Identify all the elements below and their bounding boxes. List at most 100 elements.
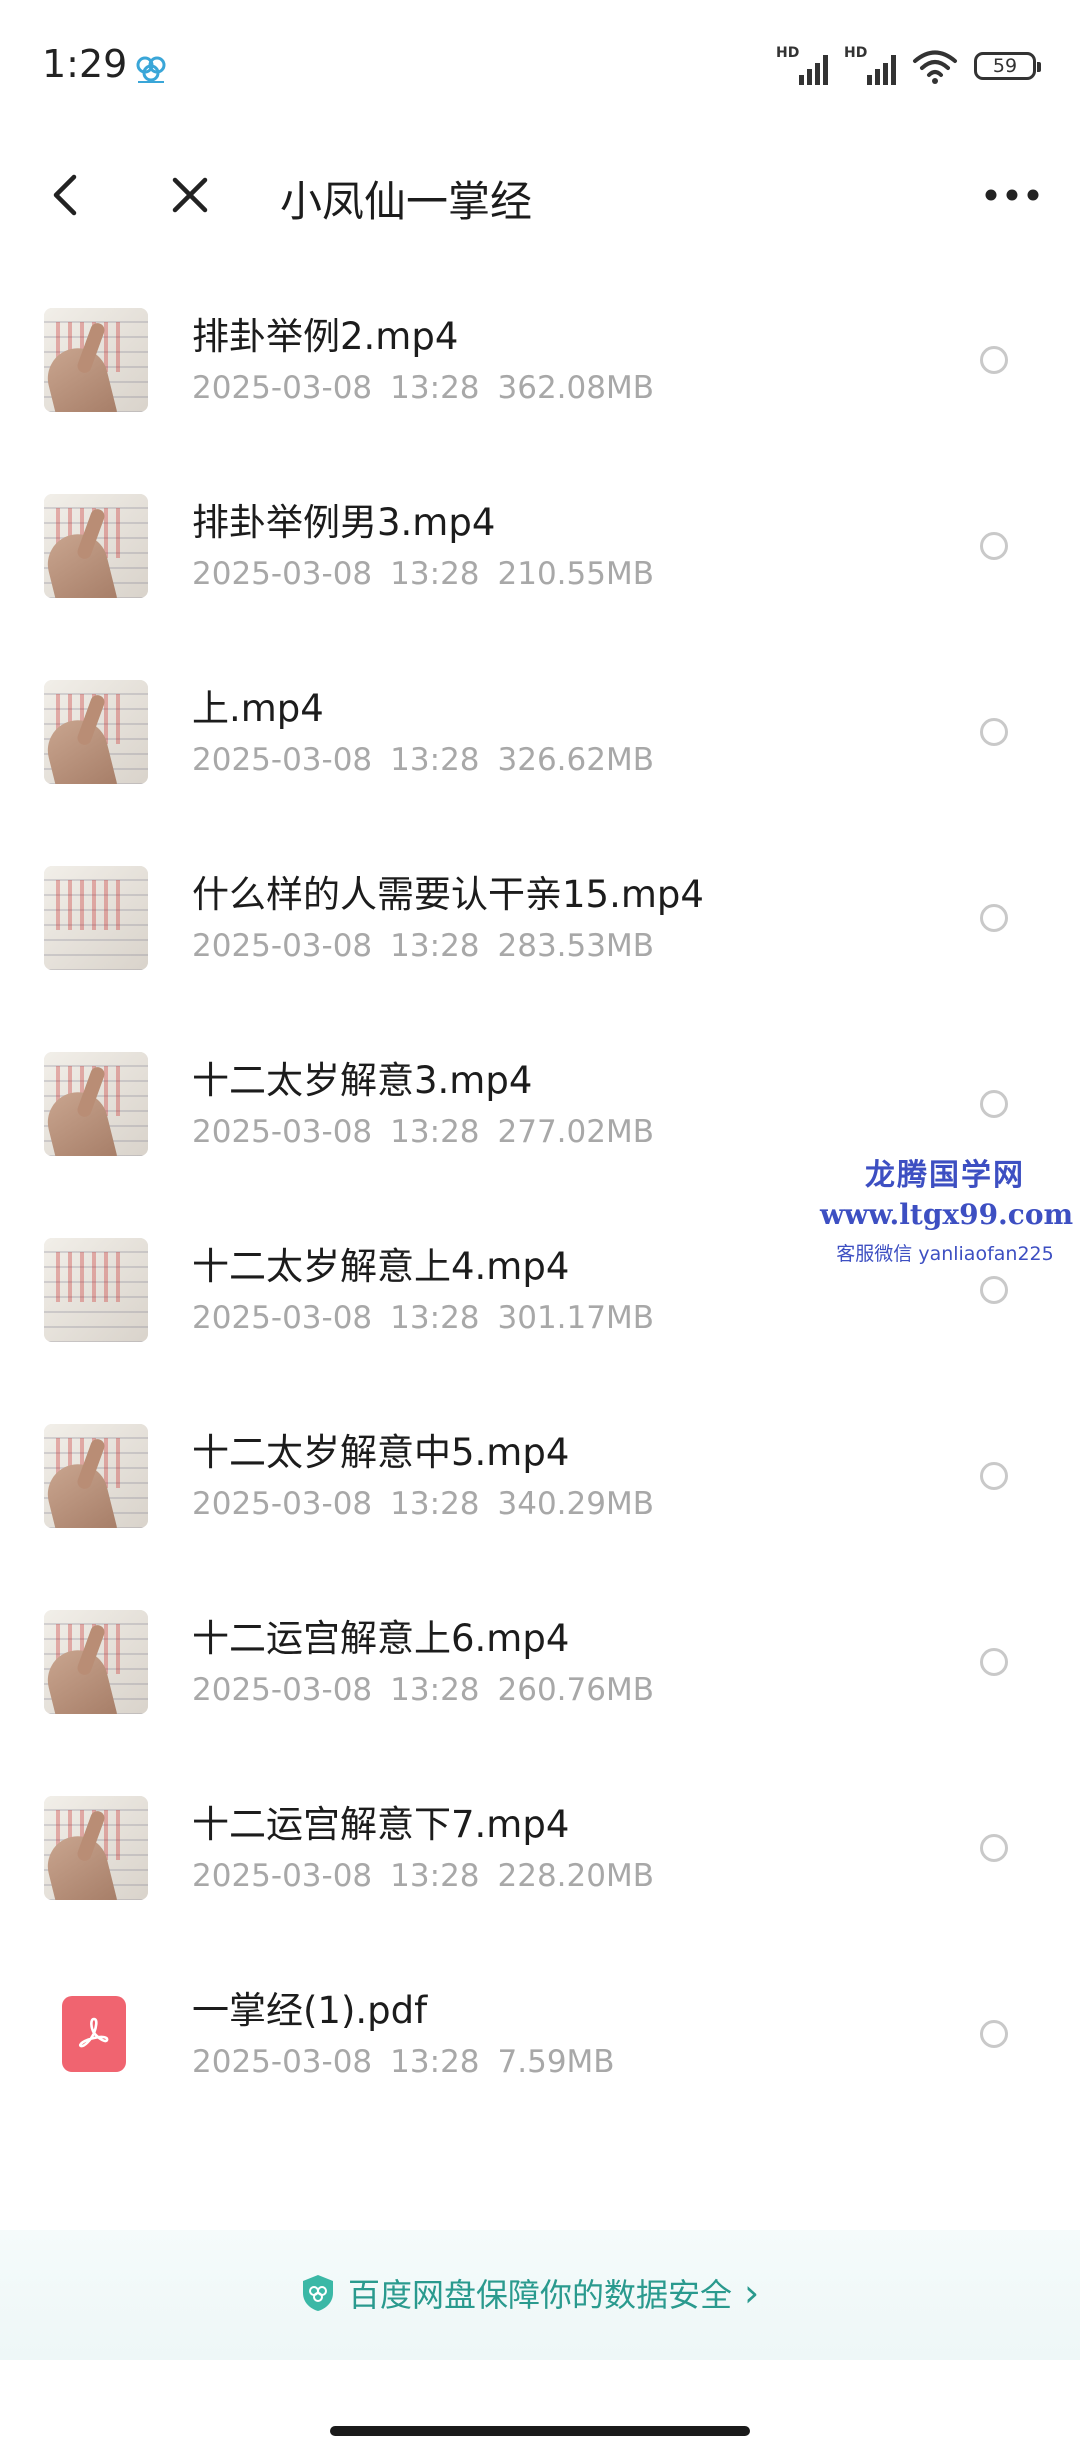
file-date: 2025-03-08 <box>192 928 373 964</box>
video-thumbnail <box>44 1424 148 1528</box>
home-indicator[interactable] <box>330 2426 750 2436</box>
video-thumbnail <box>44 494 148 598</box>
select-checkbox[interactable] <box>980 718 1008 746</box>
watermark-title: 龙腾国学网 <box>865 1158 1025 1193</box>
file-row[interactable]: 上.mp4 2025-03-08 13:28 326.62MB <box>0 672 1080 858</box>
video-thumbnail <box>44 1238 148 1342</box>
file-size: 340.29MB <box>497 1486 654 1522</box>
file-meta: 2025-03-08 13:28 277.02MB <box>192 1114 672 1150</box>
select-checkbox[interactable] <box>980 904 1008 932</box>
more-dots-icon <box>985 189 1039 201</box>
file-date: 2025-03-08 <box>192 556 373 592</box>
select-checkbox[interactable] <box>980 532 1008 560</box>
file-name: 上.mp4 <box>192 687 324 730</box>
signal-icon: HD <box>776 45 828 85</box>
file-name: 排卦举例2.mp4 <box>192 315 459 358</box>
file-date: 2025-03-08 <box>192 742 373 778</box>
chevron-left-icon <box>53 174 77 216</box>
file-date: 2025-03-08 <box>192 1672 373 1708</box>
file-row[interactable]: 十二太岁解意中5.mp4 2025-03-08 13:28 340.29MB <box>0 1416 1080 1602</box>
hd-label: HD <box>776 45 800 61</box>
status-time: 1:29 <box>42 42 128 86</box>
file-meta: 2025-03-08 13:28 210.55MB <box>192 556 672 592</box>
file-name: 十二太岁解意中5.mp4 <box>192 1431 570 1474</box>
watermark-url: www.ltgx99.com <box>820 1198 1074 1231</box>
file-time: 13:28 <box>390 556 480 592</box>
file-time: 13:28 <box>390 1300 480 1336</box>
file-name: 排卦举例男3.mp4 <box>192 501 496 544</box>
select-checkbox[interactable] <box>980 346 1008 374</box>
back-button[interactable] <box>40 170 90 220</box>
file-meta: 2025-03-08 13:28 7.59MB <box>192 2044 633 2080</box>
file-time: 13:28 <box>390 742 480 778</box>
file-meta: 2025-03-08 13:28 283.53MB <box>192 928 672 964</box>
video-thumbnail <box>44 1610 148 1714</box>
signal-icon: HD <box>844 45 896 85</box>
file-time: 13:28 <box>390 928 480 964</box>
file-date: 2025-03-08 <box>192 1486 373 1522</box>
file-size: 228.20MB <box>497 1858 654 1894</box>
close-button[interactable] <box>165 170 215 220</box>
file-row[interactable]: 十二运宫解意下7.mp4 2025-03-08 13:28 228.20MB <box>0 1788 1080 1974</box>
file-meta: 2025-03-08 13:28 301.17MB <box>192 1300 672 1336</box>
file-time: 13:28 <box>390 1672 480 1708</box>
file-name: 十二运宫解意上6.mp4 <box>192 1617 570 1660</box>
select-checkbox[interactable] <box>980 1462 1008 1490</box>
file-meta: 2025-03-08 13:28 326.62MB <box>192 742 672 778</box>
file-size: 7.59MB <box>497 2044 615 2080</box>
file-time: 13:28 <box>390 1858 480 1894</box>
watermark: 龙腾国学网 www.ltgx99.com 客服微信 yanliaofan225 <box>820 1150 1074 1266</box>
file-date: 2025-03-08 <box>192 1858 373 1894</box>
pdf-file-icon <box>62 1996 126 2072</box>
file-size: 277.02MB <box>497 1114 654 1150</box>
file-row[interactable]: 排卦举例男3.mp4 2025-03-08 13:28 210.55MB <box>0 486 1080 672</box>
security-text: 百度网盘保障你的数据安全 <box>348 2276 733 2314</box>
video-thumbnail <box>44 866 148 970</box>
status-icons: HD HD 59 <box>776 45 1041 86</box>
close-icon <box>172 177 208 213</box>
hd-label: HD <box>844 45 868 61</box>
file-row[interactable]: 十二运宫解意上6.mp4 2025-03-08 13:28 260.76MB <box>0 1602 1080 1788</box>
file-size: 283.53MB <box>497 928 654 964</box>
file-row[interactable]: 一掌经(1).pdf 2025-03-08 13:28 7.59MB <box>0 1974 1080 2160</box>
file-name: 十二太岁解意3.mp4 <box>192 1059 533 1102</box>
file-date: 2025-03-08 <box>192 1114 373 1150</box>
video-thumbnail <box>44 680 148 784</box>
more-options-button[interactable] <box>982 170 1042 220</box>
battery-level: 59 <box>992 55 1018 77</box>
file-name: 什么样的人需要认干亲15.mp4 <box>192 873 704 916</box>
select-checkbox[interactable] <box>980 1834 1008 1862</box>
file-name: 十二太岁解意上4.mp4 <box>192 1245 570 1288</box>
status-bar: 1:29 HD HD 59 <box>0 0 1080 140</box>
select-checkbox[interactable] <box>980 1090 1008 1118</box>
shield-icon <box>303 2275 333 2311</box>
select-checkbox[interactable] <box>980 2020 1008 2048</box>
file-time: 13:28 <box>390 1114 480 1150</box>
file-date: 2025-03-08 <box>192 370 373 406</box>
file-time: 13:28 <box>390 1486 480 1522</box>
file-size: 210.55MB <box>497 556 654 592</box>
select-checkbox[interactable] <box>980 1648 1008 1676</box>
file-size: 362.08MB <box>497 370 654 406</box>
file-size: 301.17MB <box>497 1300 654 1336</box>
file-date: 2025-03-08 <box>192 2044 373 2080</box>
file-name: 十二运宫解意下7.mp4 <box>192 1803 570 1846</box>
file-time: 13:28 <box>390 370 480 406</box>
page-title: 小凤仙一掌经 <box>280 177 533 226</box>
security-link[interactable]: 百度网盘保障你的数据安全 › <box>300 2270 759 2316</box>
header: 小凤仙一掌经 <box>0 140 1080 290</box>
file-name: 一掌经(1).pdf <box>192 1989 428 2032</box>
file-time: 13:28 <box>390 2044 480 2080</box>
file-meta: 2025-03-08 13:28 228.20MB <box>192 1858 672 1894</box>
file-size: 260.76MB <box>497 1672 654 1708</box>
baidu-cloud-icon <box>136 56 166 83</box>
file-row[interactable]: 排卦举例2.mp4 2025-03-08 13:28 362.08MB <box>0 300 1080 486</box>
file-row[interactable]: 什么样的人需要认干亲15.mp4 2025-03-08 13:28 283.53MB <box>0 858 1080 1044</box>
watermark-contact: 客服微信 yanliaofan225 <box>836 1243 1054 1265</box>
file-size: 326.62MB <box>497 742 654 778</box>
select-checkbox[interactable] <box>980 1276 1008 1304</box>
file-date: 2025-03-08 <box>192 1300 373 1336</box>
battery-icon: 59 <box>974 52 1041 80</box>
file-meta: 2025-03-08 13:28 362.08MB <box>192 370 672 406</box>
wifi-icon <box>913 50 957 84</box>
